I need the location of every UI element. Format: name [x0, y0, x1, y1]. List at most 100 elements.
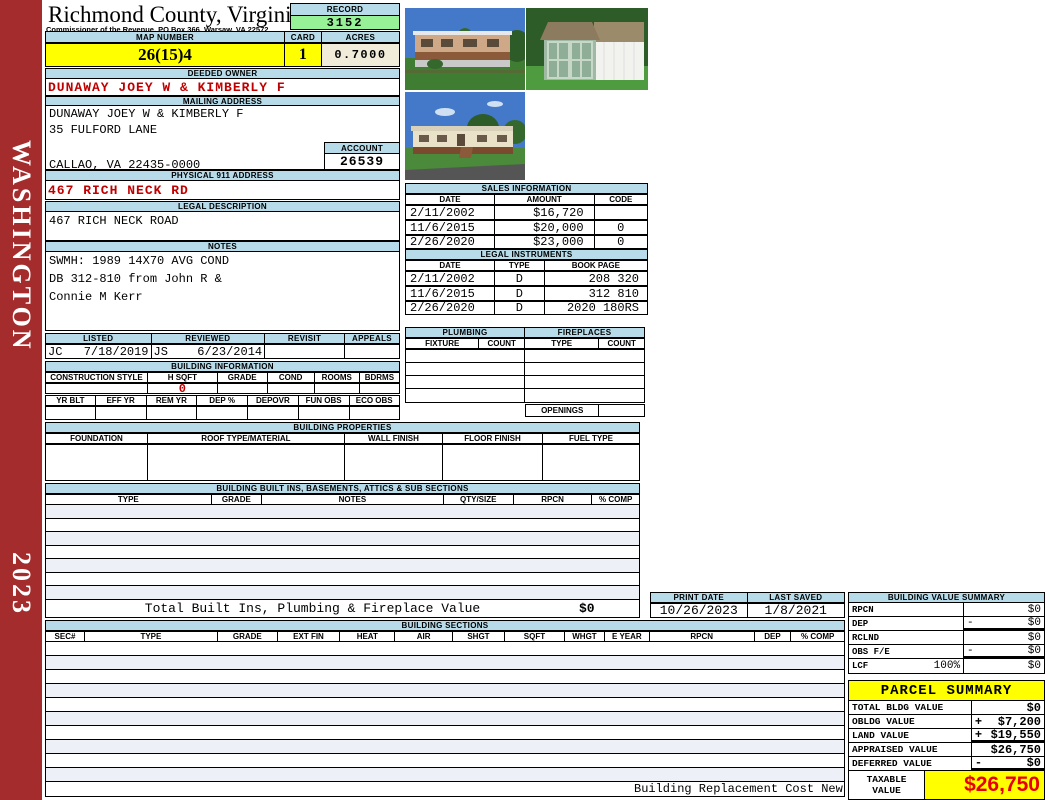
sales-row: 11/6/2015 $20,000 0	[405, 220, 648, 235]
fireplaces-label: FIREPLACES	[525, 327, 645, 338]
page-title: Richmond County, Virginia	[48, 2, 302, 27]
notes-line2: DB 312-810 from John R &	[49, 272, 222, 286]
bsec-sec-label: SEC#	[45, 631, 85, 642]
building-value-summary: BUILDING VALUE SUMMARY RPCN $0 DEP - $0 …	[848, 592, 1045, 674]
review-header-row: LISTED REVIEWED REVISIT APPEALS	[45, 333, 400, 344]
bvs-value: $0	[1027, 660, 1041, 672]
account-label: ACCOUNT	[324, 142, 400, 154]
mailing-address-block: DUNAWAY JOEY W & KIMBERLY F 35 FULFORD L…	[45, 106, 400, 172]
remyr-label: REM YR	[146, 395, 198, 406]
building-sections-empty-rows	[45, 642, 845, 782]
ecoobs-label: ECO OBS	[349, 395, 400, 406]
built-ins-label: BUILDING BUILT INS, BASEMENTS, ATTICS & …	[45, 483, 640, 494]
ps-value: $0	[1026, 755, 1041, 770]
map-header-row: MAP NUMBER CARD ACRES	[45, 31, 400, 43]
sales-code	[594, 205, 648, 220]
sales-row: 2/26/2020 $23,000 0	[405, 235, 648, 249]
yrblt-label: YR BLT	[45, 395, 96, 406]
sales-code-label: CODE	[594, 194, 648, 205]
fireplace-count-label: COUNT	[599, 338, 645, 349]
ps-label: OBLDG VALUE	[849, 715, 972, 728]
building-value-summary-label: BUILDING VALUE SUMMARY	[848, 592, 1045, 603]
notes-line1: SWMH: 1989 14X70 AVG COND	[49, 254, 230, 268]
deeded-owner-label: DEEDED OWNER	[45, 68, 400, 79]
bvs-value: $0	[1027, 616, 1041, 629]
bsec-whgt-label: WHGT	[564, 631, 605, 642]
mailing-address-label: MAILING ADDRESS	[45, 96, 400, 106]
bsec-type-label: TYPE	[85, 631, 218, 642]
ps-label: APPRAISED VALUE	[849, 743, 972, 756]
ps-row-taxable: TAXABLE VALUE $26,750	[848, 771, 1045, 800]
bvs-value: $0	[1027, 603, 1041, 616]
record-box: RECORD 3152	[290, 3, 400, 30]
bsec-eyear-label: E YEAR	[604, 631, 650, 642]
sales-date: 2/11/2002	[405, 205, 495, 220]
construction-style-label: CONSTRUCTION STYLE	[45, 372, 148, 383]
sales-amount: $16,720	[494, 205, 595, 220]
notes-line3: Connie M Kerr	[49, 290, 143, 304]
li-bookpage: 208 320	[544, 271, 648, 286]
bsec-sqft-label: SQFT	[504, 631, 565, 642]
li-type: D	[494, 286, 545, 301]
legal-instrument-row: 11/6/2015 D 312 810	[405, 286, 648, 301]
li-bookpage: 312 810	[544, 286, 648, 301]
li-type: D	[494, 301, 545, 315]
bvs-row-dep: DEP - $0	[848, 617, 1045, 631]
bvs-label: OBS F/E	[852, 646, 890, 657]
building-information-label: BUILDING INFORMATION	[45, 361, 400, 372]
card-value: 1	[284, 43, 322, 67]
sales-amount: $23,000	[494, 235, 595, 249]
bvs-row-obs: OBS F/E - $0	[848, 645, 1045, 659]
ps-row-deferred: DEFERRED VALUE - $0	[848, 755, 1045, 771]
deppct-label: DEP %	[197, 395, 248, 406]
spine-year-label: 2023	[7, 552, 36, 616]
bvs-value: $0	[1027, 631, 1041, 644]
bvs-label: DEP	[852, 618, 869, 629]
acres-value: 0.7000	[321, 43, 400, 67]
bsec-heat-label: HEAT	[340, 631, 396, 642]
bi-rpcn-label: RPCN	[513, 494, 593, 505]
bi-type-label: TYPE	[45, 494, 212, 505]
foundation-label: FOUNDATION	[45, 433, 148, 444]
print-header-row: PRINT DATE LAST SAVED	[650, 592, 845, 603]
photo-panel	[403, 5, 648, 180]
rooms-label: ROOMS	[314, 372, 360, 383]
plumbing-count-label: COUNT	[479, 338, 525, 349]
bsec-extfin-label: EXT FIN	[277, 631, 341, 642]
built-ins-empty-rows	[45, 505, 640, 600]
building-info-row2-headers: YR BLT EFF YR REM YR DEP % DEPOVR FUN OB…	[45, 395, 400, 406]
wall-finish-label: WALL FINISH	[344, 433, 444, 444]
sales-headers: DATE AMOUNT CODE	[405, 194, 648, 205]
legal-instruments-label: LEGAL INSTRUMENTS	[405, 249, 648, 260]
ps-label: DEFERRED VALUE	[849, 757, 972, 770]
ps-op: -	[974, 755, 983, 770]
ps-row-totalbldg: TOTAL BLDG VALUE $0	[848, 701, 1045, 715]
bdrms-label: BDRMS	[359, 372, 400, 383]
effyr-label: EFF YR	[95, 395, 147, 406]
grade-label: GRADE	[217, 372, 268, 383]
ps-value: $26,750	[990, 742, 1041, 757]
listed-label: LISTED	[45, 333, 152, 344]
legal-instruments-headers: DATE TYPE BOOK PAGE	[405, 260, 648, 271]
sales-amount-label: AMOUNT	[494, 194, 595, 205]
appeals-label: APPEALS	[344, 333, 400, 344]
openings-label: OPENINGS	[525, 404, 600, 417]
print-date-value: 10/26/2023	[650, 603, 748, 618]
building-sections-footer: Building Replacement Cost New	[45, 782, 845, 797]
bi-qty-label: QTY/SIZE	[443, 494, 514, 505]
notes-block: SWMH: 1989 14X70 AVG COND DB 312-810 fro…	[45, 252, 400, 331]
bvs-op: -	[967, 644, 974, 657]
sales-information-label: SALES INFORMATION	[405, 183, 648, 194]
bsec-air-label: AIR	[395, 631, 453, 642]
bvs-op: -	[967, 616, 974, 629]
hsqft-value: 0	[147, 382, 218, 396]
card-label: CARD	[284, 31, 322, 43]
spine-bar: WASHINGTON 2023	[0, 0, 42, 800]
building-info-row2-values	[45, 406, 400, 420]
li-date: 2/11/2002	[405, 271, 495, 286]
li-date-label: DATE	[405, 260, 495, 271]
taxable-value-label: TAXABLE VALUE	[849, 771, 926, 799]
legal-instrument-row: 2/11/2002 D 208 320	[405, 271, 648, 286]
ps-value: $7,200	[997, 714, 1041, 729]
plumbing-fireplaces-header-row: PLUMBING FIREPLACES	[405, 327, 645, 338]
